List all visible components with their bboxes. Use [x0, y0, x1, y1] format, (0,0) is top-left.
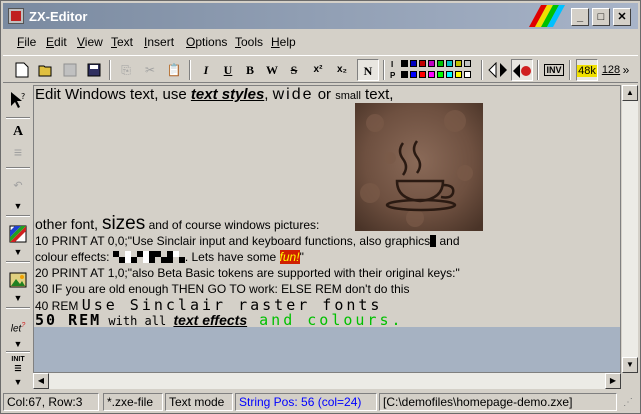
title-bar[interactable]: ZX-Editor _ □ ✕ — [3, 3, 638, 29]
paste-icon[interactable]: 📋 — [163, 59, 185, 81]
menu-file-rest: ile — [24, 35, 37, 49]
menu-text[interactable]: Text — [111, 35, 133, 49]
text-tool-icon[interactable]: A — [6, 121, 30, 143]
ink-colour-swatch[interactable] — [410, 60, 417, 67]
underline-button[interactable]: U — [217, 59, 239, 81]
strike-button[interactable]: S — [283, 59, 305, 81]
init-icon[interactable]: INIT ☰ — [6, 355, 30, 377]
status-filetype: *.zxe-file — [103, 393, 163, 411]
paper-colour-swatch[interactable] — [401, 71, 408, 78]
normal-text-button[interactable]: N — [357, 59, 379, 81]
editor-line-3: 10 PRINT AT 0,0;"Use Sinclair input and … — [35, 234, 460, 248]
chevron-down-icon[interactable]: ▼ — [11, 377, 25, 387]
colour-tool-icon[interactable] — [6, 223, 30, 245]
editor-line-5: 20 PRINT AT 1,0;"also Beta Basic tokens … — [35, 266, 460, 280]
select-arrow-icon[interactable]: ? — [6, 89, 30, 111]
status-bar: Col:67, Row:3 *.zxe-file Text mode Strin… — [3, 391, 638, 413]
ink-colour-swatch[interactable] — [401, 60, 408, 67]
new-file-icon[interactable] — [11, 59, 33, 81]
ink-colour-swatch[interactable] — [446, 60, 453, 67]
svg-text:?: ? — [21, 92, 25, 101]
menu-help[interactable]: Help — [271, 35, 296, 49]
chevron-down-icon[interactable]: ▼ — [11, 247, 25, 257]
superscript-button[interactable]: x² — [307, 59, 329, 81]
minimize-button[interactable]: _ — [571, 8, 589, 26]
app-icon[interactable] — [8, 8, 24, 24]
paper-colour-swatch[interactable] — [446, 71, 453, 78]
scroll-up-button[interactable]: ▲ — [622, 85, 638, 101]
chevron-down-icon[interactable]: ▼ — [11, 339, 25, 349]
editor-line-1: Edit Windows text, use text styles, wide… — [35, 86, 394, 103]
maximize-button[interactable]: □ — [592, 8, 610, 26]
scroll-down-button[interactable]: ▼ — [622, 357, 638, 373]
align-icon[interactable]: ≡ — [6, 141, 30, 163]
italic-button[interactable]: I — [195, 59, 217, 81]
horizontal-scrollbar[interactable]: ◀ ▶ — [33, 373, 621, 389]
toolbar-more-icon[interactable]: » — [619, 59, 633, 81]
save-as-icon[interactable] — [83, 59, 105, 81]
save-icon[interactable] — [59, 59, 81, 81]
app-window: ZX-Editor _ □ ✕ File Edit View Text Inse… — [0, 0, 641, 414]
menu-bar: File Edit View Text Insert Options Tools… — [3, 32, 638, 52]
chevron-down-icon[interactable]: ▼ — [11, 293, 25, 303]
ink-colour-swatch[interactable] — [455, 60, 462, 67]
scroll-left-button[interactable]: ◀ — [33, 373, 49, 389]
status-position: Col:67, Row:3 — [3, 393, 99, 411]
menu-tools[interactable]: Tools — [235, 35, 263, 49]
fun-highlight: fun! — [279, 250, 300, 264]
editor-empty-area[interactable] — [34, 327, 620, 372]
status-mode: Text mode — [165, 393, 233, 411]
colour-palette[interactable] — [401, 59, 473, 81]
ink-colour-swatch[interactable] — [464, 60, 471, 67]
ink-colour-swatch[interactable] — [419, 60, 426, 67]
paper-colour-swatch[interactable] — [437, 71, 444, 78]
inverse-button[interactable]: INV — [543, 59, 565, 81]
zx-graphics-blocks — [112, 251, 185, 263]
zx-rainbow-logo — [529, 5, 565, 27]
menu-options[interactable]: Options — [186, 35, 227, 49]
ink-label: I — [391, 60, 394, 69]
let-keyword-icon[interactable]: let? — [6, 315, 30, 337]
bright-toggle-icon[interactable] — [511, 59, 533, 81]
cut-icon[interactable]: ✂ — [139, 59, 161, 81]
picture-tool-icon[interactable] — [6, 269, 30, 291]
editor-line-2: other font, sizes and of course windows … — [35, 213, 320, 234]
open-folder-icon[interactable] — [35, 59, 57, 81]
ink-colour-swatch[interactable] — [437, 60, 444, 67]
left-toolbar: ? A ≡ ↶ ▼ ▼ ▼ let? ▼ INIT ☰ ▼ — [3, 85, 31, 390]
scroll-right-button[interactable]: ▶ — [605, 373, 621, 389]
editor-line-6: 30 IF you are old enough THEN GO TO work… — [35, 282, 410, 296]
window-title: ZX-Editor — [29, 9, 88, 24]
paper-label: P — [390, 71, 396, 80]
paper-colour-swatch[interactable] — [428, 71, 435, 78]
chevron-down-icon[interactable]: ▼ — [11, 201, 25, 211]
copy-icon[interactable]: ⎘ — [115, 59, 137, 81]
undo-icon[interactable]: ↶ — [6, 175, 30, 197]
status-path: [C:\demofiles\homepage-demo.zxe] — [379, 393, 617, 411]
paper-colour-swatch[interactable] — [410, 71, 417, 78]
editor-line-4: colour effects: . Lets have some fun!" — [35, 250, 304, 264]
mode-48k-button[interactable]: 48k — [576, 59, 598, 81]
close-button[interactable]: ✕ — [613, 8, 631, 26]
paper-colour-swatch[interactable] — [455, 71, 462, 78]
menu-view[interactable]: View — [77, 35, 103, 49]
paper-colour-swatch[interactable] — [464, 71, 471, 78]
resize-grip[interactable]: ⋰ — [623, 397, 635, 409]
vertical-scrollbar[interactable]: ▲ ▼ — [621, 85, 638, 373]
bold-button[interactable]: B — [239, 59, 261, 81]
coffee-cup-picture[interactable] — [355, 103, 483, 231]
ink-colour-swatch[interactable] — [428, 60, 435, 67]
paper-colour-swatch[interactable] — [419, 71, 426, 78]
editor-area[interactable]: Edit Windows text, use text styles, wide… — [33, 85, 621, 373]
editor-line-8: 50 REM with all text effects and colours… — [35, 311, 404, 329]
status-string-pos: String Pos: 56 (col=24) — [235, 393, 377, 411]
flash-left-icon[interactable] — [487, 59, 509, 81]
wide-button[interactable]: W — [261, 59, 283, 81]
main-toolbar: ⎘ ✂ 📋 I U B W S x² x₂ N I P INV 48k 128 … — [3, 55, 638, 83]
subscript-button[interactable]: x₂ — [331, 59, 353, 81]
menu-file[interactable]: File — [17, 35, 36, 49]
menu-insert[interactable]: Insert — [144, 35, 174, 49]
menu-edit[interactable]: Edit — [46, 35, 67, 49]
